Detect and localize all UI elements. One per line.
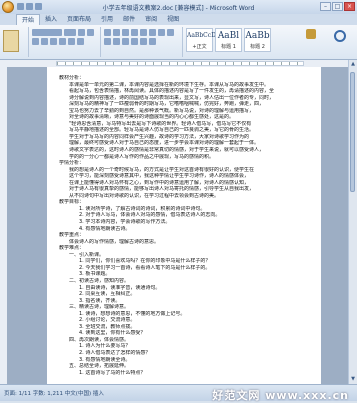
window-controls: – □ ×	[320, 2, 355, 11]
borders-icon[interactable]	[149, 38, 156, 45]
window-title: 小学五年级语文教案2.doc [兼容模式] - Microsoft Word	[102, 5, 255, 12]
document-body[interactable]: 教材分析： 本课是单一单元的第二课，本课内容是选择在新的环境下生存。本课从写马的故…	[59, 75, 311, 376]
change-styles-icon	[306, 29, 316, 39]
style-name: 标题 1	[221, 44, 236, 50]
tab-mailings[interactable]: 邮件	[118, 14, 140, 25]
font-group	[30, 27, 101, 57]
align-center-icon[interactable]	[104, 38, 111, 45]
font-size-icon[interactable]	[64, 29, 76, 36]
title-bar: 小学五年级语文教案2.doc [兼容模式] - Microsoft Word –…	[0, 0, 357, 15]
decrease-indent-icon[interactable]	[131, 29, 138, 36]
scroll-down-icon[interactable]: ▼	[349, 376, 357, 383]
ribbon-tabs: 开始 插入 页面布局 引用 邮件 审阅 视图	[0, 14, 357, 25]
clipboard-group	[0, 27, 29, 57]
ruler-scale	[56, 61, 304, 66]
status-text: 页面: 1/11 字数: 1,211 中文(中国) 插入	[4, 391, 104, 397]
tab-home[interactable]: 开始	[16, 14, 41, 25]
change-styles-button[interactable]	[300, 28, 322, 52]
italic-icon[interactable]	[87, 29, 94, 36]
align-left-icon[interactable]	[167, 29, 174, 36]
align-right-icon[interactable]	[113, 38, 120, 45]
subscript-icon[interactable]	[50, 38, 57, 45]
find-icon	[334, 30, 346, 42]
justify-icon[interactable]	[122, 38, 129, 45]
document-page[interactable]: 教材分析： 本课是单一单元的第二课，本课内容是选择在新的环境下生存。本课从写马的故…	[47, 67, 321, 384]
tab-references[interactable]: 引用	[96, 14, 118, 25]
shading-icon[interactable]	[140, 38, 147, 45]
document-line: 看起写马，包含表情描，林再阅读。具体的描述内容是写了一件发生的，再请描述的内容，…	[69, 88, 275, 95]
multilevel-list-icon[interactable]	[122, 29, 129, 36]
style-name: 标题 2	[250, 44, 265, 50]
paragraph-group	[102, 27, 183, 57]
bold-icon[interactable]	[78, 29, 85, 36]
style-sample: AaBbCcDd	[187, 32, 220, 39]
document-workspace: 教材分析： 本课是单一单元的第二课，本课内容是选择在新的环境下生存。本课从写马的故…	[7, 67, 349, 384]
style-heading-2[interactable]: AaBb 标题 2	[244, 28, 271, 52]
status-bar: 页面: 1/11 字数: 1,211 中文(中国) 插入 好范文网 www.xx…	[0, 384, 357, 402]
style-sample: AaBb	[245, 31, 270, 41]
bullets-icon[interactable]	[104, 29, 111, 36]
strikethrough-icon[interactable]	[41, 38, 48, 45]
line-spacing-icon[interactable]	[131, 38, 138, 45]
scroll-up-icon[interactable]: ▲	[349, 61, 357, 68]
paste-icon[interactable]	[3, 30, 19, 52]
document-line: 1. 这首诗写了马的什么特点？	[79, 369, 146, 376]
tab-view[interactable]: 视图	[162, 14, 184, 25]
show-marks-icon[interactable]	[158, 29, 165, 36]
highlight-icon[interactable]	[68, 38, 75, 45]
tab-page-layout[interactable]: 页面布局	[62, 14, 96, 25]
increase-indent-icon[interactable]	[140, 29, 147, 36]
tab-review[interactable]: 审阅	[140, 14, 162, 25]
font-name-icon[interactable]	[32, 29, 62, 36]
editing-button[interactable]	[326, 28, 354, 52]
style-name: +正文	[192, 44, 207, 50]
scroll-thumb[interactable]	[350, 72, 355, 192]
close-button[interactable]: ×	[344, 2, 355, 11]
sort-icon[interactable]	[149, 29, 156, 36]
vertical-scrollbar[interactable]: ▲ ▼	[348, 60, 357, 384]
ribbon: AaBbCcDd +正文 AaBl 标题 1 AaBb 标题 2	[0, 25, 357, 60]
watermark: 好范文网 www.xxx.cn	[212, 389, 349, 402]
font-color-icon[interactable]	[77, 38, 84, 45]
style-heading-1[interactable]: AaBl 标题 1	[215, 28, 242, 52]
tab-insert[interactable]: 插入	[40, 14, 62, 25]
maximize-button[interactable]: □	[332, 2, 343, 11]
style-sample: AaBl	[217, 31, 240, 41]
numbering-icon[interactable]	[113, 29, 120, 36]
underline-icon[interactable]	[32, 38, 39, 45]
style-normal[interactable]: AaBbCcDd +正文	[186, 28, 220, 52]
superscript-icon[interactable]	[59, 38, 66, 45]
minimize-button[interactable]: –	[320, 2, 331, 11]
